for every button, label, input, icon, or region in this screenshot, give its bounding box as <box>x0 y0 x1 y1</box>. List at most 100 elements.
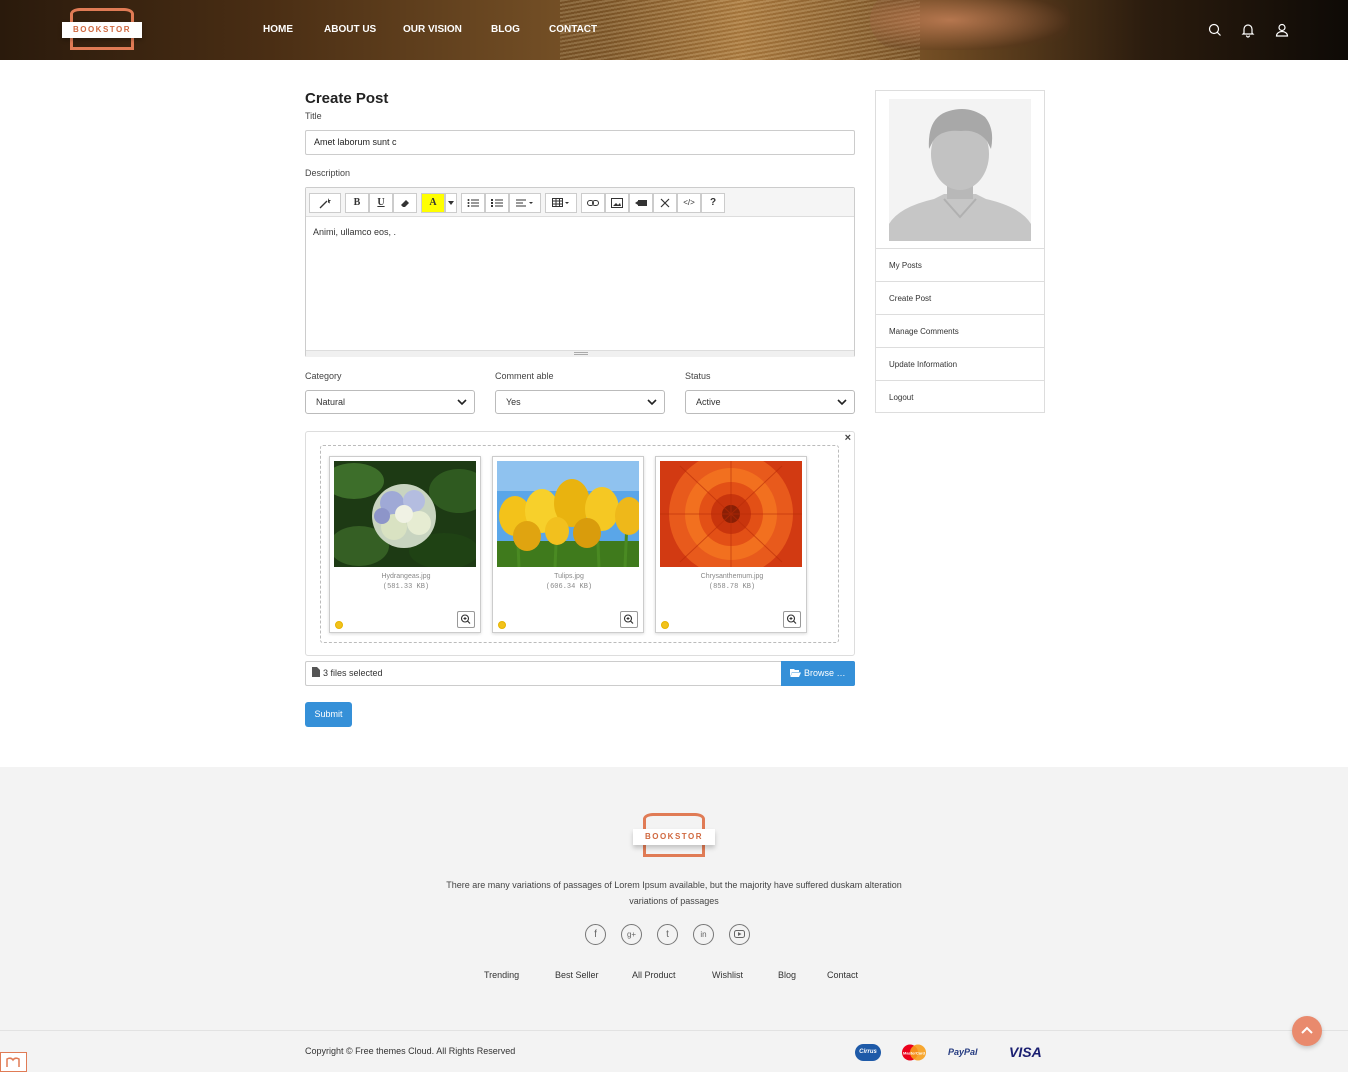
page-title: Create Post <box>305 90 389 107</box>
file-name: Chrysanthemum.jpg <box>700 573 764 580</box>
nav-contact[interactable]: CONTACT <box>549 24 597 35</box>
video-icon[interactable] <box>629 193 653 213</box>
footer-divider <box>0 1030 1348 1031</box>
search-icon[interactable] <box>1207 22 1223 38</box>
file-caption: 3 files selected <box>312 662 383 685</box>
bold-button[interactable]: B <box>345 193 369 213</box>
sidebar-item-manage-comments[interactable]: Manage Comments <box>876 314 1044 347</box>
status-select[interactable]: Active <box>685 390 855 414</box>
mastercard-icon: MasterCard <box>900 1044 928 1061</box>
zoom-button[interactable] <box>783 611 801 628</box>
browse-button[interactable]: Browse … <box>781 661 855 686</box>
editor-toolbar: B U A </> ? <box>306 188 854 217</box>
paragraph-align-icon[interactable] <box>509 193 541 213</box>
code-view-icon[interactable]: </> <box>677 193 701 213</box>
ordered-list-icon[interactable] <box>485 193 509 213</box>
magic-wand-icon[interactable] <box>309 193 341 213</box>
footer-link-best-seller[interactable]: Best Seller <box>555 970 599 980</box>
avatar <box>889 99 1031 241</box>
file-size: (581.33 KB) <box>382 583 430 591</box>
chrysanthemum-image <box>660 461 802 567</box>
nav-about-us[interactable]: ABOUT US <box>324 24 376 35</box>
bell-icon[interactable] <box>1240 22 1256 38</box>
eraser-icon[interactable] <box>393 193 417 213</box>
sidebar-item-my-posts[interactable]: My Posts <box>876 248 1044 281</box>
back-to-top-button[interactable] <box>1292 1016 1322 1046</box>
commentable-label: Comment able <box>495 371 554 381</box>
close-icon[interactable]: × <box>845 432 851 444</box>
nav-our-vision[interactable]: OUR VISION <box>403 24 462 35</box>
account-sidebar: My Posts Create Post Manage Comments Upd… <box>875 90 1045 413</box>
zoom-button[interactable] <box>620 611 638 628</box>
editor-resize-handle[interactable] <box>306 350 854 357</box>
help-icon[interactable]: ? <box>701 193 725 213</box>
zoom-icon <box>460 614 471 624</box>
footer-link-wishlist[interactable]: Wishlist <box>712 970 743 980</box>
nav-home[interactable]: HOME <box>263 24 293 35</box>
category-value: Natural <box>316 397 346 407</box>
unordered-list-icon[interactable] <box>461 193 485 213</box>
category-select[interactable]: Natural <box>305 390 475 414</box>
submit-button[interactable]: Submit <box>305 702 352 727</box>
footer-link-all-product[interactable]: All Product <box>632 970 676 980</box>
underline-button[interactable]: U <box>369 193 393 213</box>
font-color-dropdown[interactable] <box>445 193 457 213</box>
file-preview-panel: × Hydrangeas.jpg (581.33 KB) Tulips.jpg … <box>305 431 855 656</box>
corner-logo-icon[interactable] <box>0 1052 27 1072</box>
file-name: Tulips.jpg <box>554 573 584 580</box>
fullscreen-icon[interactable] <box>653 193 677 213</box>
footer-link-contact[interactable]: Contact <box>827 970 858 980</box>
file-thumbnail: Hydrangeas.jpg (581.33 KB) <box>329 456 481 633</box>
visa-icon: VISA <box>1009 1044 1042 1060</box>
file-thumbnail: Tulips.jpg (606.34 KB) <box>492 456 644 633</box>
sidebar-item-create-post[interactable]: Create Post <box>876 281 1044 314</box>
commentable-value: Yes <box>506 397 521 407</box>
link-icon[interactable] <box>581 193 605 213</box>
files-caption-text: 3 files selected <box>323 668 383 678</box>
footer-description: There are many variations of passages of… <box>446 880 902 906</box>
footer-logo-text: BOOKSTOR <box>633 829 715 845</box>
linkedin-icon[interactable]: in <box>693 924 714 945</box>
zoom-button[interactable] <box>457 611 475 628</box>
file-size: (606.34 KB) <box>545 583 593 591</box>
editor-content[interactable]: Animi, ullamco eos, . <box>306 217 854 350</box>
browse-label: Browse … <box>804 668 846 678</box>
sidebar-item-update-information[interactable]: Update Information <box>876 347 1044 380</box>
user-icon[interactable] <box>1274 22 1290 38</box>
file-icon <box>312 667 320 677</box>
font-color-icon: A <box>429 197 437 208</box>
youtube-icon[interactable] <box>729 924 750 945</box>
footer-link-blog[interactable]: Blog <box>778 970 796 980</box>
svg-text:MasterCard: MasterCard <box>903 1051 926 1056</box>
footer-link-trending[interactable]: Trending <box>484 970 519 980</box>
paypal-icon: PayPal <box>948 1047 978 1057</box>
site-footer: BOOKSTOR There are many variations of pa… <box>0 767 1348 1072</box>
upload-status-icon <box>498 621 506 629</box>
status-value: Active <box>696 397 721 407</box>
nav-blog[interactable]: BLOG <box>491 24 520 35</box>
status-label: Status <box>685 371 711 381</box>
chevron-up-icon <box>1301 1026 1313 1034</box>
image-icon[interactable] <box>605 193 629 213</box>
title-input[interactable]: Amet laborum sunt c <box>305 130 855 155</box>
file-drop-zone[interactable]: Hydrangeas.jpg (581.33 KB) Tulips.jpg (6… <box>320 445 839 643</box>
cirrus-icon: Cirrus <box>855 1044 881 1061</box>
upload-status-icon <box>335 621 343 629</box>
site-logo[interactable]: BOOKSTOR <box>62 8 142 50</box>
file-thumbnail: Chrysanthemum.jpg (858.78 KB) <box>655 456 807 633</box>
zoom-icon <box>623 614 634 624</box>
file-name: Hydrangeas.jpg <box>381 573 431 580</box>
facebook-icon[interactable]: f <box>585 924 606 945</box>
tumblr-icon[interactable]: t <box>657 924 678 945</box>
copyright-text: Copyright © Free themes Cloud. All Right… <box>305 1046 516 1056</box>
sidebar-menu: My Posts Create Post Manage Comments Upd… <box>876 248 1044 413</box>
hydrangeas-image <box>334 461 476 567</box>
sidebar-item-logout[interactable]: Logout <box>876 380 1044 413</box>
footer-logo[interactable]: BOOKSTOR <box>633 813 715 857</box>
upload-status-icon <box>661 621 669 629</box>
commentable-select[interactable]: Yes <box>495 390 665 414</box>
table-icon[interactable] <box>545 193 577 213</box>
file-input[interactable]: 3 files selected Browse … <box>305 661 855 686</box>
font-color-button[interactable]: A <box>421 193 445 213</box>
google-plus-icon[interactable]: g+ <box>621 924 642 945</box>
